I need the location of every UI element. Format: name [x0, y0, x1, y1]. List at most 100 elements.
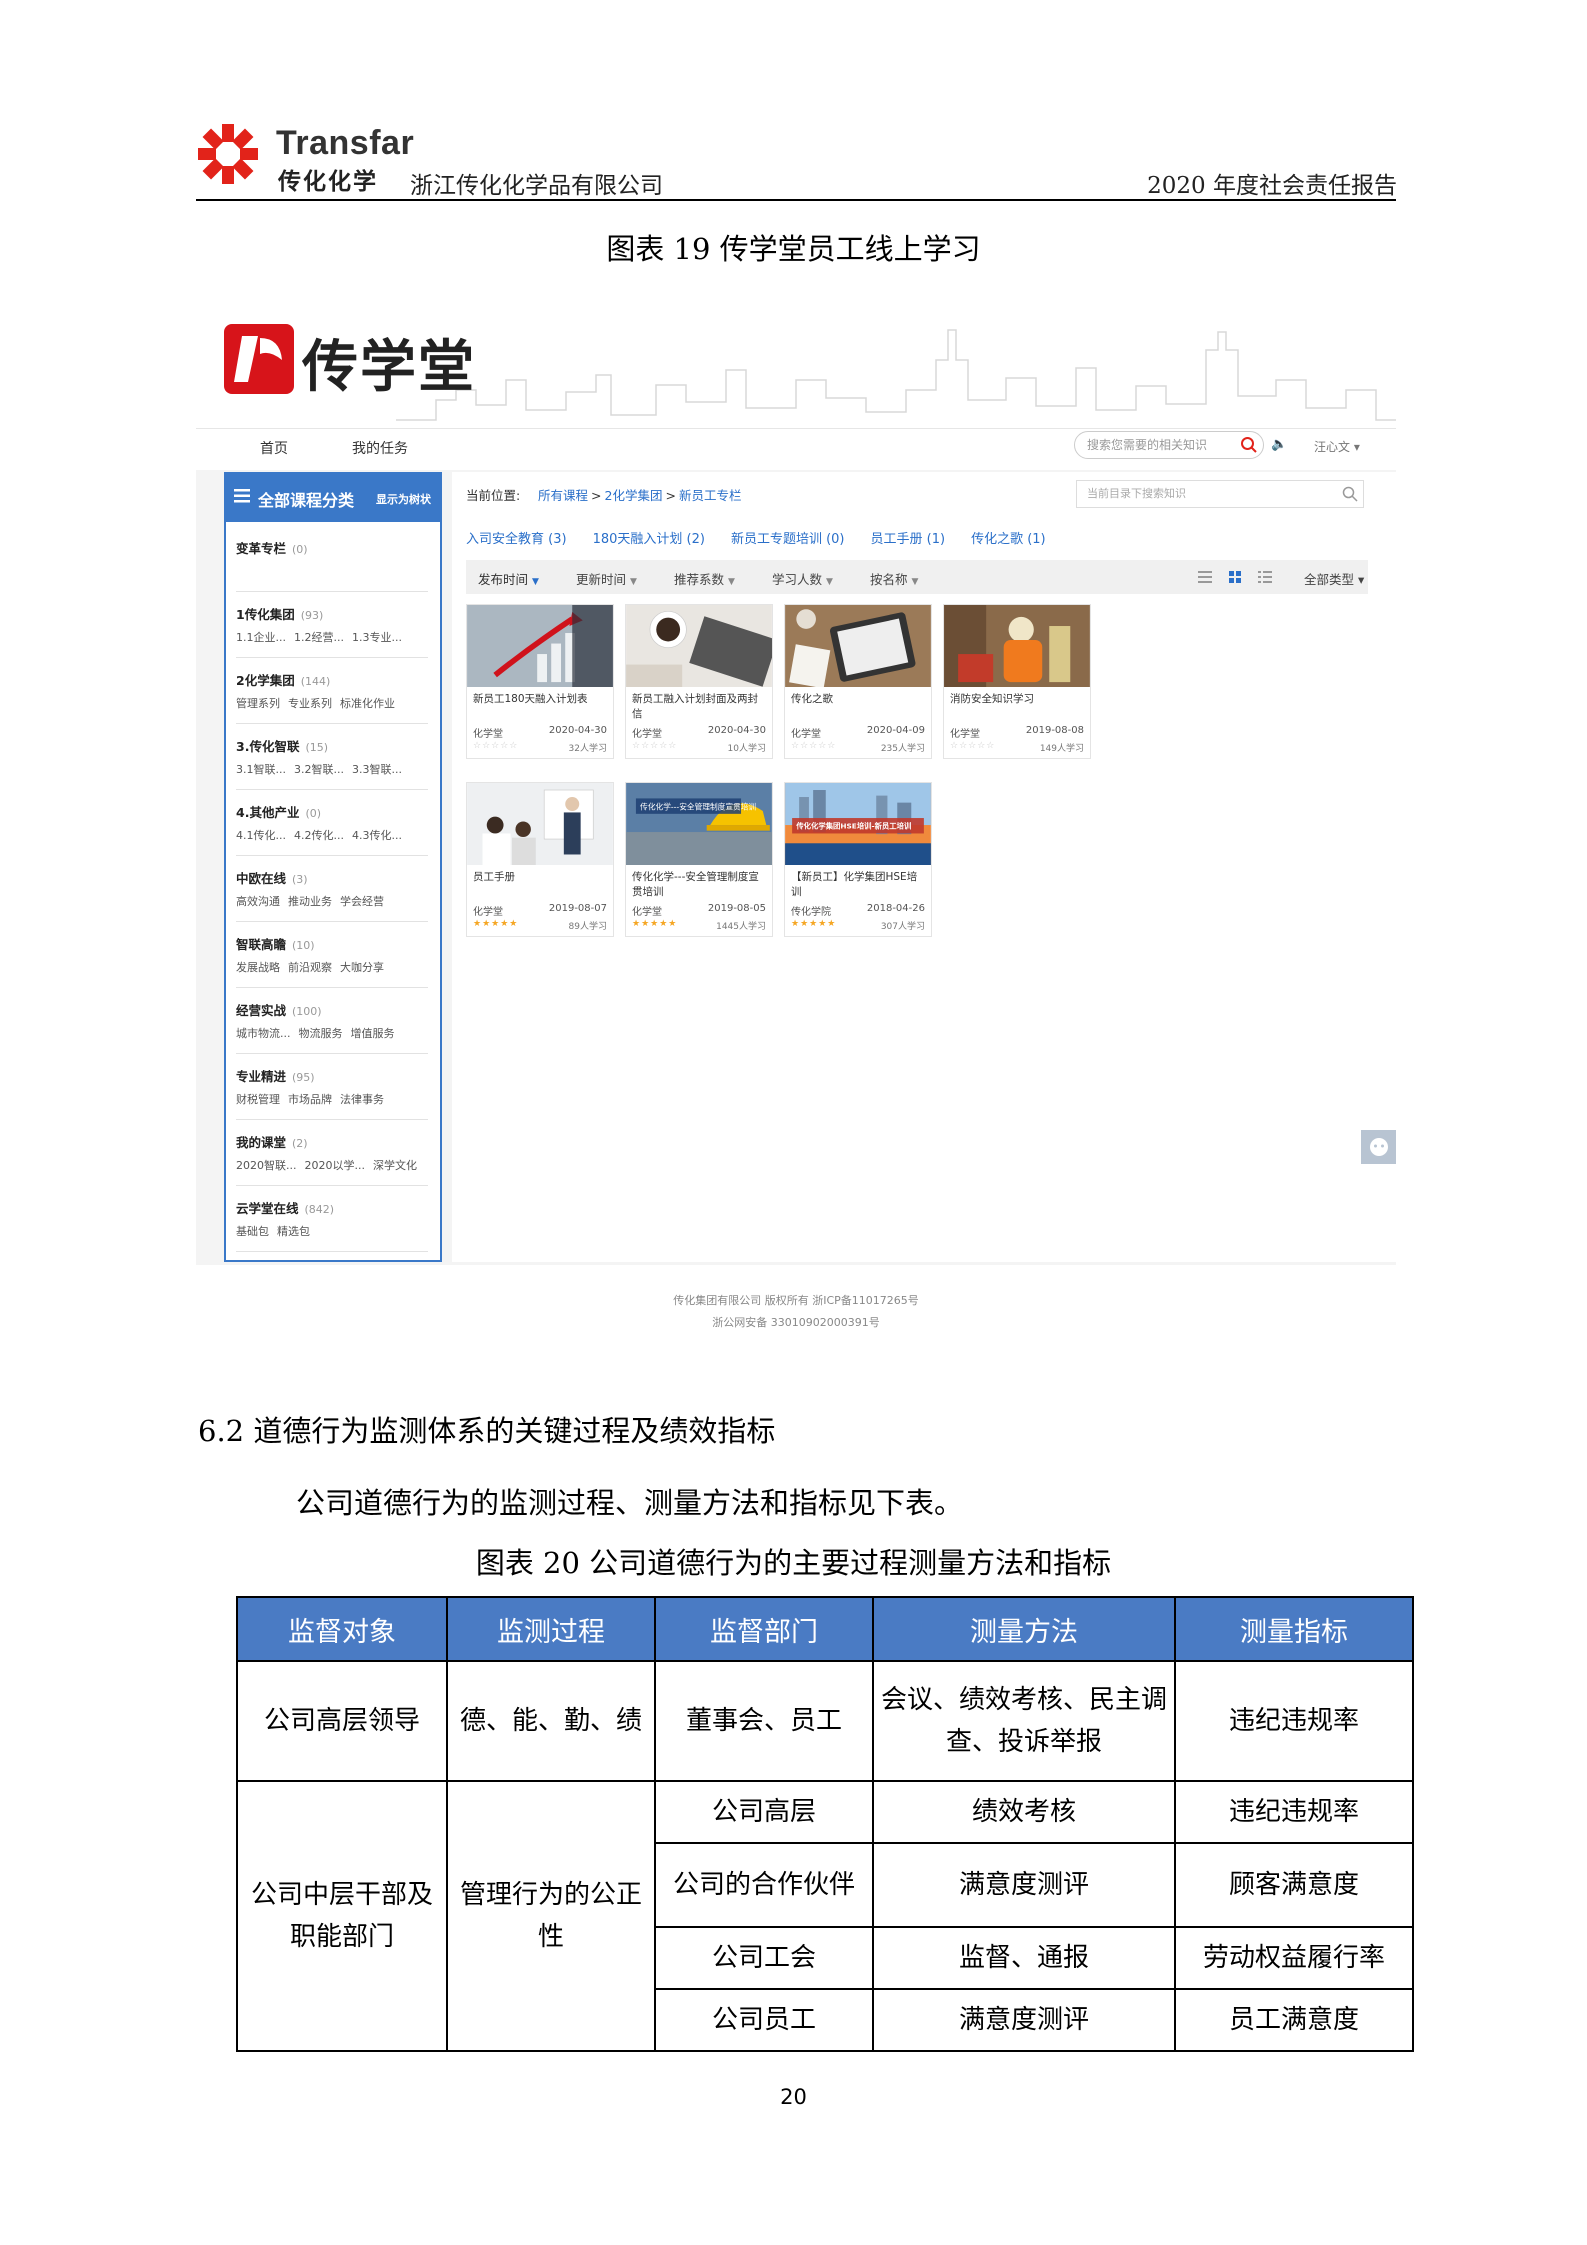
sidebar-subcategory-link[interactable]: 发展战略 [236, 961, 280, 974]
sidebar-category-name[interactable]: 1传化集团 (93) [236, 604, 323, 623]
sidebar-subcategories: 2020智联... 2020以学... 深学文化 [236, 1157, 425, 1173]
detail-view-icon[interactable] [1256, 568, 1274, 586]
learner-count: 235人学习 [880, 744, 925, 754]
breadcrumb-all-courses[interactable]: 所有课程 [538, 488, 588, 503]
course-org: 化学堂 [632, 729, 662, 740]
sidebar-category[interactable]: 中欧在线 (3) 高效沟通 推动业务 学会经营 [236, 856, 428, 922]
course-card[interactable]: 消防安全知识学习 化学堂 2019-08-08 ☆☆☆☆☆ 149人学习 [943, 604, 1091, 759]
sidebar-category-name[interactable]: 智联高瞻 (10) [236, 934, 315, 953]
tag-filter[interactable]: 传化之歌 (1) [971, 532, 1046, 547]
sidebar-subcategory-link[interactable]: 4.3传化... [352, 829, 402, 842]
tag-filter[interactable]: 新员工专题培训 (0) [731, 532, 845, 547]
sidebar-title: 全部课程分类 [258, 491, 355, 510]
sidebar-subcategory-link[interactable]: 城市物流... [236, 1027, 291, 1040]
user-menu[interactable]: 汪心文 ▾ [1314, 438, 1360, 455]
sidebar-subcategory-link[interactable]: 增值服务 [351, 1027, 395, 1040]
course-card[interactable]: 员工手册 化学堂 2019-08-07 ★★★★★ 89人学习 [466, 782, 614, 937]
sidebar-subcategory-link[interactable]: 前沿观察 [288, 961, 332, 974]
sidebar-subcategory-link[interactable]: 标准化作业 [340, 697, 395, 710]
sidebar-subcategory-link[interactable]: 推动业务 [288, 895, 332, 908]
course-title[interactable]: 传化之歌 [791, 692, 923, 707]
sidebar-category-name[interactable]: 我的课堂 (2) [236, 1132, 308, 1151]
sidebar-subcategory-link[interactable]: 2020智联... [236, 1159, 296, 1172]
sidebar-subcategory-link[interactable]: 4.1传化... [236, 829, 286, 842]
sidebar-subcategory-link[interactable]: 专业系列 [288, 697, 332, 710]
global-search-input[interactable]: 搜索您需要的相关知识 [1074, 431, 1264, 459]
search-icon[interactable] [1342, 486, 1358, 502]
sidebar-category-name[interactable]: 4.其他产业 (0) [236, 802, 321, 821]
sidebar-subcategory-link[interactable]: 1.3专业... [352, 631, 402, 644]
sidebar-subcategory-link[interactable]: 4.2传化... [294, 829, 344, 842]
sidebar-subcategory-link[interactable]: 管理系列 [236, 697, 280, 710]
course-title[interactable]: 消防安全知识学习 [950, 692, 1082, 707]
grid-view-icon[interactable] [1226, 568, 1244, 586]
tag-filter[interactable]: 入司安全教育 (3) [466, 532, 567, 547]
sidebar-category[interactable]: 3.传化智联 (15) 3.1智联... 3.2智联... 3.3智联... [236, 724, 428, 790]
sidebar-category[interactable]: 4.其他产业 (0) 4.1传化... 4.2传化... 4.3传化... [236, 790, 428, 856]
tag-filter[interactable]: 员工手册 (1) [871, 532, 946, 547]
sidebar-category[interactable]: 云学堂在线 (842) 基础包 精选包 [236, 1186, 428, 1252]
sidebar-subcategory-link[interactable]: 3.1智联... [236, 763, 286, 776]
sidebar-category[interactable]: 专业精进 (95) 财税管理 市场品牌 法律事务 [236, 1054, 428, 1120]
course-card[interactable]: 新员工融入计划封面及两封信 化学堂 2020-04-30 ☆☆☆☆☆ 10人学习 [625, 604, 773, 759]
search-icon[interactable] [1240, 436, 1258, 454]
sidebar-category[interactable]: 2化学集团 (144) 管理系列 专业系列 标准化作业 [236, 658, 428, 724]
company-name: 浙江传化化学品有限公司 [410, 173, 663, 199]
sidebar-category-name[interactable]: 中欧在线 (3) [236, 868, 308, 887]
sidebar-category[interactable]: 变革专栏 (0) [236, 526, 428, 592]
course-card[interactable]: 传化化学集团HSE培训-新员工培训 【新员工】化学集团HSE培训 传化学院 2018-… [784, 782, 932, 937]
sidebar-subcategory-link[interactable]: 1.2经营... [294, 631, 344, 644]
course-card[interactable]: 传化化学---安全管理制度宣贯培训 传化化学---安全管理制度宣贯培训 化学堂 201… [625, 782, 773, 937]
sidebar-subcategory-link[interactable]: 2020以学... [304, 1159, 364, 1172]
sidebar-subcategory-link[interactable]: 深学文化 [373, 1159, 417, 1172]
sidebar-category-name[interactable]: 3.传化智联 (15) [236, 736, 328, 755]
breadcrumb-new-staff[interactable]: 新员工专栏 [679, 488, 742, 503]
sidebar-subcategory-link[interactable]: 3.3智联... [352, 763, 402, 776]
sort-recommend[interactable]: 推荐系数 ▼ [674, 569, 735, 588]
sidebar-subcategory-link[interactable]: 大咖分享 [340, 961, 384, 974]
course-title[interactable]: 【新员工】化学集团HSE培训 [791, 870, 923, 900]
tree-view-toggle[interactable]: 显示为树状 [376, 491, 431, 507]
course-card[interactable]: 传化之歌 化学堂 2020-04-09 ☆☆☆☆☆ 235人学习 [784, 604, 932, 759]
nav-my-tasks[interactable]: 我的任务 [352, 438, 408, 458]
fire-safety-thumbnail [944, 605, 1090, 687]
sidebar-category-name[interactable]: 专业精进 (95) [236, 1066, 315, 1085]
cell-object: 公司中层干部及职能部门 [236, 1780, 448, 2052]
breadcrumb-chem-group[interactable]: 2化学集团 [605, 488, 663, 503]
sidebar-category-name[interactable]: 2化学集团 (144) [236, 670, 330, 689]
sidebar-subcategory-link[interactable]: 3.2智联... [294, 763, 344, 776]
sidebar-subcategory-link[interactable]: 物流服务 [299, 1027, 343, 1040]
sidebar-category[interactable]: 智联高瞻 (10) 发展战略 前沿观察 大咖分享 [236, 922, 428, 988]
sidebar-subcategory-link[interactable]: 基础包 [236, 1225, 269, 1238]
sort-name[interactable]: 按名称 ▼ [870, 569, 918, 588]
sidebar-subcategory-link[interactable]: 精选包 [277, 1225, 310, 1238]
sidebar-subcategory-link[interactable]: 财税管理 [236, 1093, 280, 1106]
course-title[interactable]: 传化化学---安全管理制度宣贯培训 [632, 870, 764, 900]
sidebar-category-name[interactable]: 云学堂在线 (842) [236, 1198, 334, 1217]
sidebar-subcategory-link[interactable]: 学会经营 [340, 895, 384, 908]
sidebar-subcategory-link[interactable]: 1.1企业... [236, 631, 286, 644]
course-title[interactable]: 新员工180天融入计划表 [473, 692, 605, 707]
sidebar-category-name[interactable]: 变革专栏 (0) [236, 538, 308, 557]
tag-filter[interactable]: 180天融入计划 (2) [593, 532, 705, 547]
sidebar-subcategory-link[interactable]: 法律事务 [340, 1093, 384, 1106]
sort-update-time[interactable]: 更新时间 ▼ [576, 569, 637, 588]
course-title[interactable]: 员工手册 [473, 870, 605, 885]
sidebar-category[interactable]: 经营实战 (100) 城市物流... 物流服务 增值服务 [236, 988, 428, 1054]
sort-learners[interactable]: 学习人数 ▼ [772, 569, 833, 588]
sidebar-subcategory-link[interactable]: 市场品牌 [288, 1093, 332, 1106]
sidebar-category[interactable]: 我的课堂 (2) 2020智联... 2020以学... 深学文化 [236, 1120, 428, 1186]
type-filter-dropdown[interactable]: 全部类型 ▾ [1304, 569, 1364, 588]
sidebar-subcategories: 高效沟通 推动业务 学会经营 [236, 893, 392, 909]
list-view-icon[interactable] [1196, 568, 1214, 586]
nav-home[interactable]: 首页 [260, 438, 288, 458]
course-card[interactable]: 新员工180天融入计划表 化学堂 2020-04-30 ☆☆☆☆☆ 32人学习 [466, 604, 614, 759]
speaker-icon[interactable]: 🔈 [1271, 437, 1287, 452]
directory-search-input[interactable]: 当前目录下搜索知识 [1076, 480, 1364, 508]
sidebar-category[interactable]: 1传化集团 (93) 1.1企业... 1.2经营... 1.3专业... [236, 592, 428, 658]
sidebar-category-name[interactable]: 经营实战 (100) [236, 1000, 322, 1019]
sort-publish-time[interactable]: 发布时间 ▼ [478, 569, 539, 588]
sidebar-subcategory-link[interactable]: 高效沟通 [236, 895, 280, 908]
course-title[interactable]: 新员工融入计划封面及两封信 [632, 692, 764, 722]
chat-button[interactable] [1361, 1130, 1396, 1164]
